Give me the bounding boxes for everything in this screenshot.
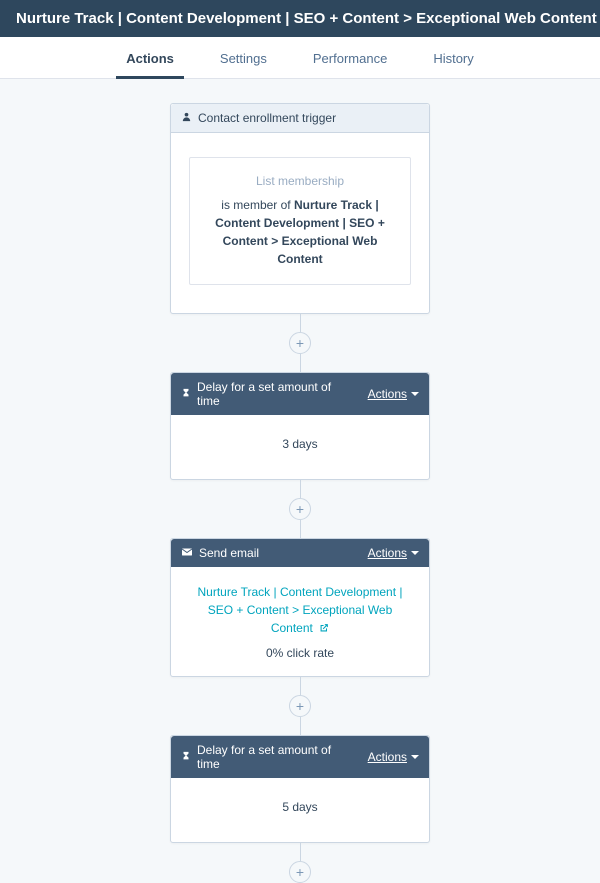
tab-actions[interactable]: Actions: [122, 37, 178, 78]
plus-icon: +: [296, 865, 304, 879]
tab-bar: Actions Settings Performance History: [0, 37, 600, 79]
external-link-icon: [319, 620, 329, 638]
connector-line: [300, 843, 301, 861]
delay-card-1-actions-menu[interactable]: Actions: [368, 387, 419, 401]
delay-card-1-body: 3 days: [171, 415, 429, 479]
connector-line: [300, 314, 301, 332]
connector-line: [300, 677, 301, 695]
email-click-rate: 0% click rate: [189, 644, 411, 662]
delay-card-2-body: 5 days: [171, 778, 429, 842]
chevron-down-icon: [411, 551, 419, 555]
plus-icon: +: [296, 502, 304, 516]
chevron-down-icon: [411, 392, 419, 396]
send-email-body: Nurture Track | Content Development | SE…: [171, 567, 429, 676]
trigger-criteria-box[interactable]: List membership is member of Nurture Tra…: [189, 157, 411, 285]
enrollment-trigger-label: Contact enrollment trigger: [198, 111, 336, 125]
connector-line: [300, 354, 301, 372]
send-email-head: Send email Actions: [171, 539, 429, 567]
chevron-down-icon: [411, 755, 419, 759]
delay-duration-2: 5 days: [282, 800, 317, 814]
page-header: Nurture Track | Content Development | SE…: [0, 0, 600, 37]
hourglass-icon: [181, 750, 191, 764]
connector-line: [300, 480, 301, 498]
delay-duration-1: 3 days: [282, 437, 317, 451]
connector-line: [300, 520, 301, 538]
trigger-criteria-text: is member of Nurture Track | Content Dev…: [202, 196, 398, 268]
person-icon: [181, 111, 192, 125]
tab-performance[interactable]: Performance: [309, 37, 391, 78]
delay-card-1[interactable]: Delay for a set amount of time Actions 3…: [170, 372, 430, 480]
workflow-canvas: Contact enrollment trigger List membersh…: [0, 79, 600, 883]
tab-settings[interactable]: Settings: [216, 37, 271, 78]
delay-card-2-label: Delay for a set amount of time: [197, 743, 356, 771]
connector-line: [300, 717, 301, 735]
delay-card-1-label: Delay for a set amount of time: [197, 380, 356, 408]
email-link[interactable]: Nurture Track | Content Development | SE…: [198, 585, 403, 635]
delay-card-2-actions-menu[interactable]: Actions: [368, 750, 419, 764]
enrollment-trigger-body: List membership is member of Nurture Tra…: [171, 133, 429, 313]
add-step-button[interactable]: +: [289, 861, 311, 883]
delay-card-1-head: Delay for a set amount of time Actions: [171, 373, 429, 415]
send-email-label: Send email: [199, 546, 259, 560]
delay-card-2[interactable]: Delay for a set amount of time Actions 5…: [170, 735, 430, 843]
tab-history[interactable]: History: [429, 37, 477, 78]
plus-icon: +: [296, 336, 304, 350]
enrollment-trigger-card[interactable]: Contact enrollment trigger List membersh…: [170, 103, 430, 314]
delay-card-2-head: Delay for a set amount of time Actions: [171, 736, 429, 778]
add-step-button[interactable]: +: [289, 498, 311, 520]
trigger-sub-label: List membership: [202, 172, 398, 190]
send-email-card[interactable]: Send email Actions Nurture Track | Conte…: [170, 538, 430, 677]
enrollment-trigger-head: Contact enrollment trigger: [171, 104, 429, 133]
envelope-icon: [181, 546, 193, 560]
plus-icon: +: [296, 699, 304, 713]
add-step-button[interactable]: +: [289, 695, 311, 717]
send-email-actions-menu[interactable]: Actions: [368, 546, 419, 560]
page-title: Nurture Track | Content Development | SE…: [16, 10, 597, 27]
hourglass-icon: [181, 387, 191, 401]
add-step-button[interactable]: +: [289, 332, 311, 354]
